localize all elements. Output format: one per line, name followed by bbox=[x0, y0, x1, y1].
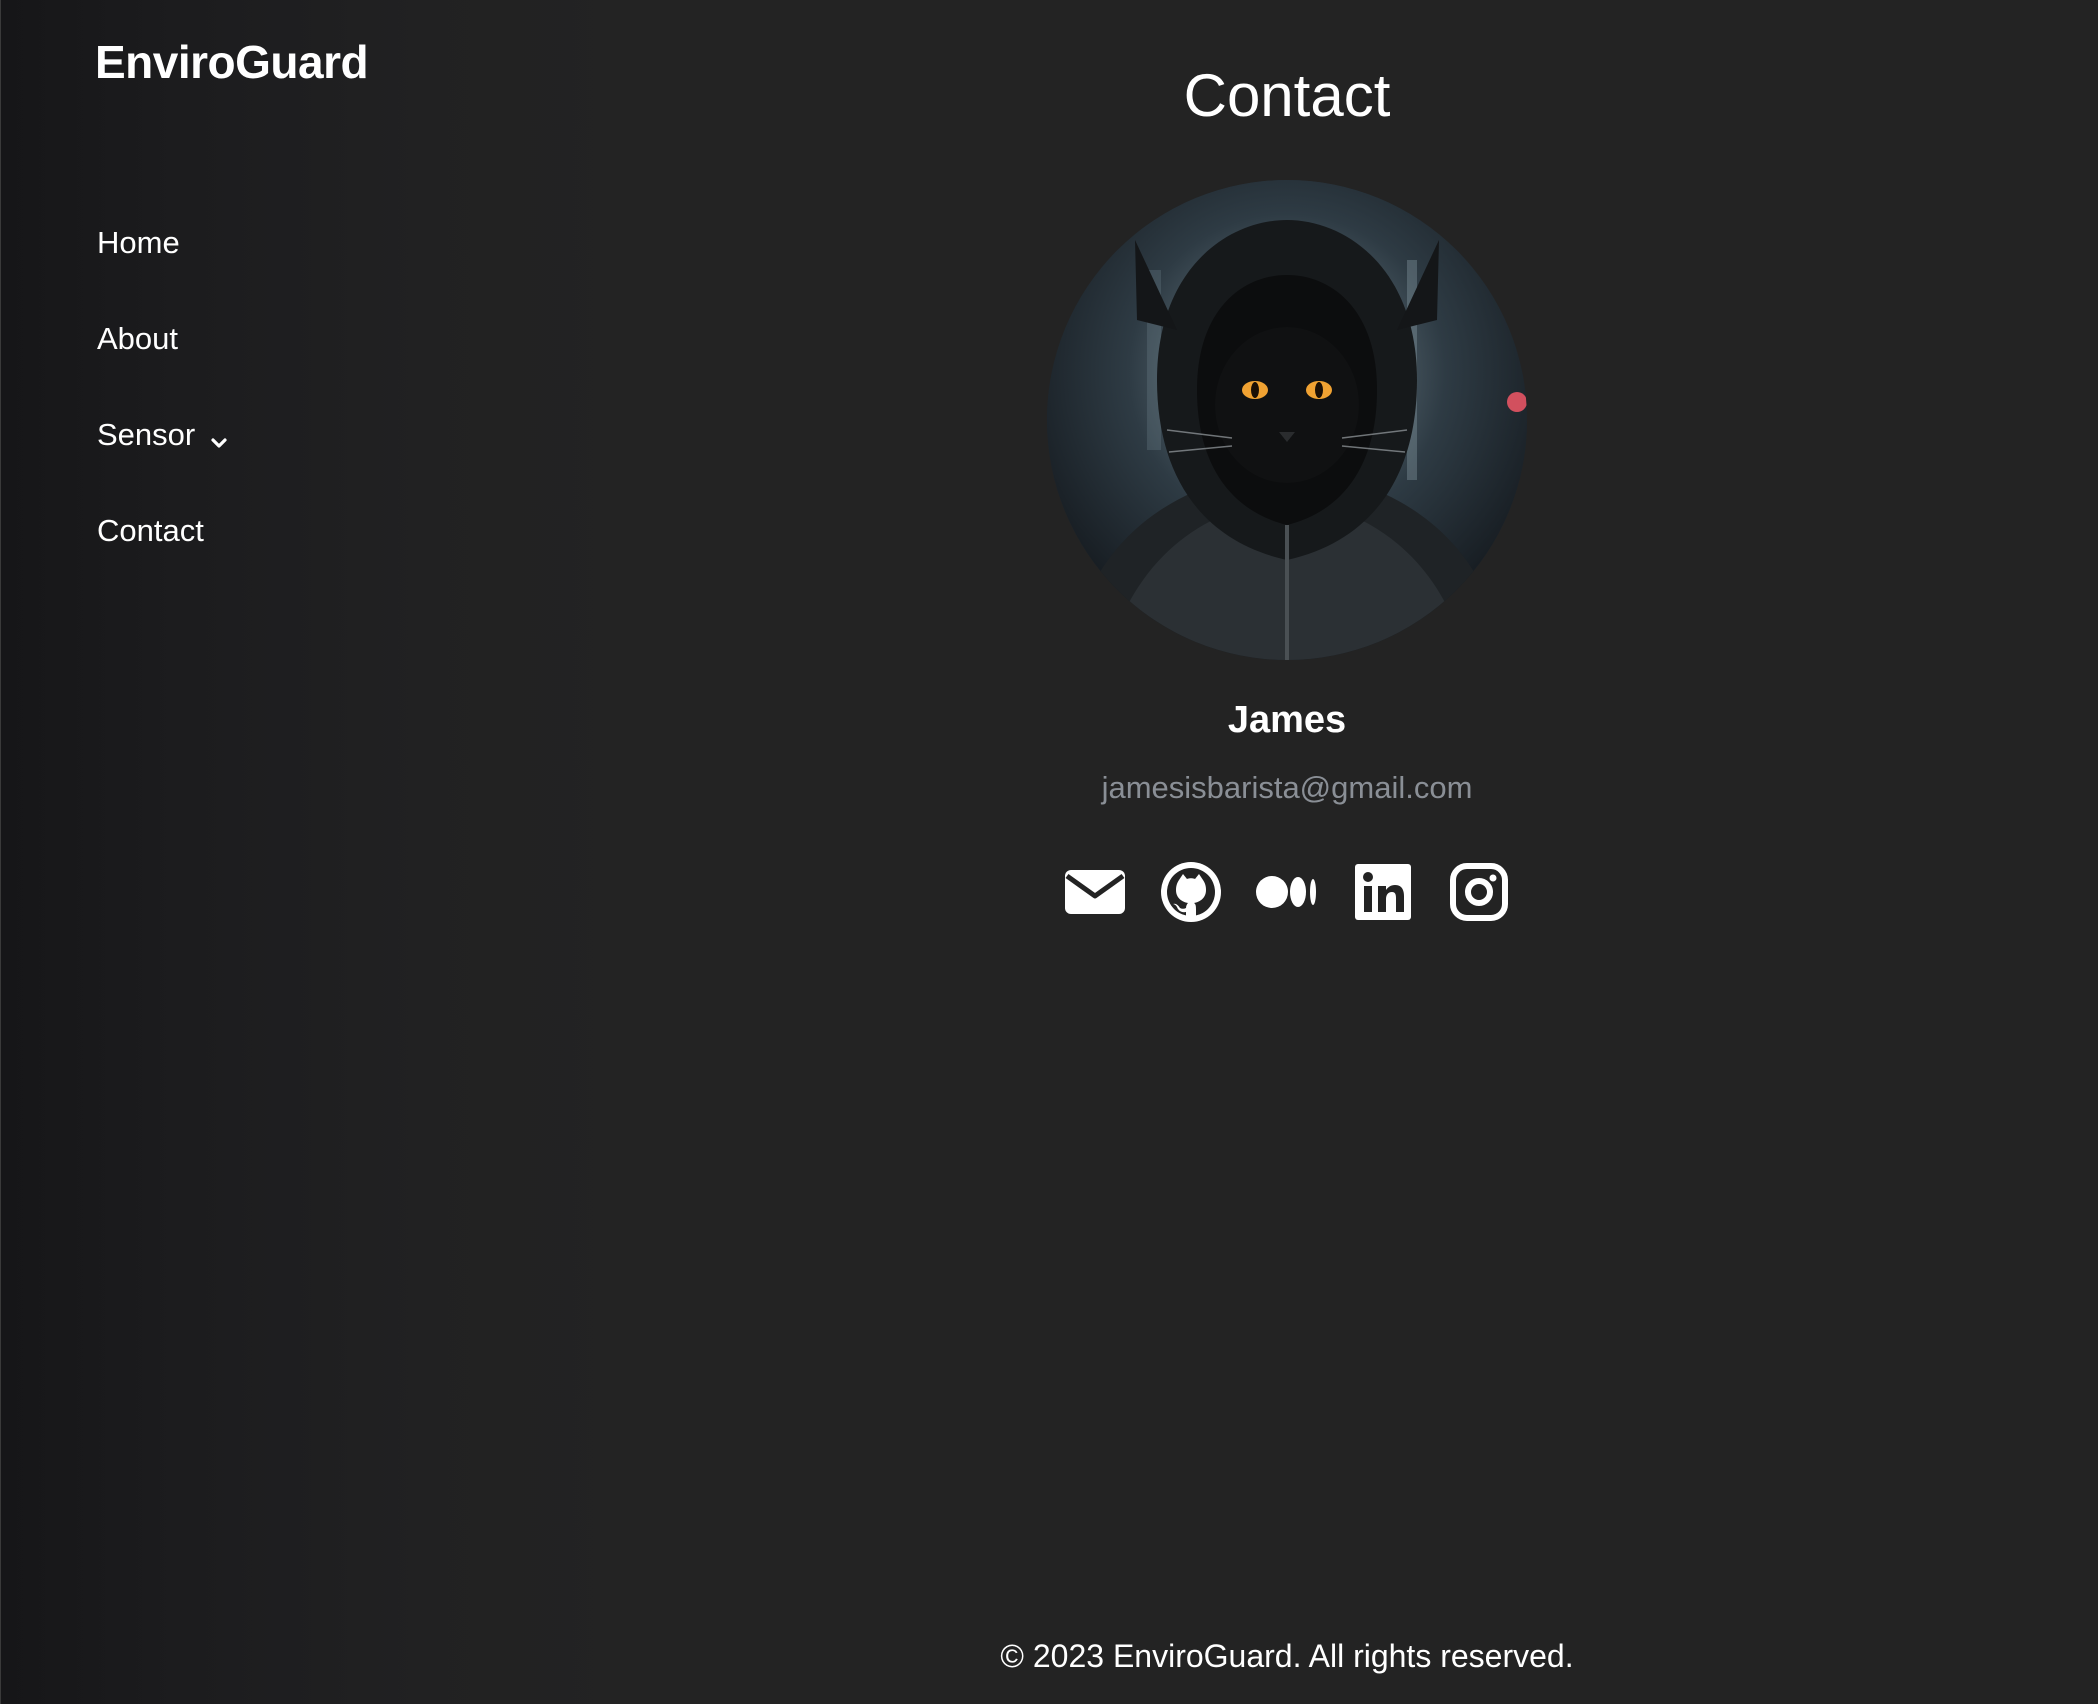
instagram-icon[interactable] bbox=[1447, 860, 1511, 924]
avatar bbox=[1047, 180, 1527, 660]
sidebar-item-about[interactable]: About bbox=[97, 314, 497, 364]
page: EnviroGuard Home About Sensor Contact Co… bbox=[0, 0, 2098, 1704]
social-links bbox=[1047, 860, 1527, 924]
linkedin-icon[interactable] bbox=[1351, 860, 1415, 924]
chevron-down-icon bbox=[209, 425, 229, 448]
sidebar-nav: Home About Sensor Contact bbox=[97, 218, 497, 602]
sidebar-item-sensor[interactable]: Sensor bbox=[97, 410, 497, 460]
sidebar-item-label: Home bbox=[97, 225, 180, 260]
sidebar-item-label: Contact bbox=[97, 513, 204, 548]
page-title: Contact bbox=[1183, 62, 1391, 129]
sidebar-item-label: Sensor bbox=[97, 417, 196, 452]
sidebar-item-home[interactable]: Home bbox=[97, 218, 497, 268]
footer-copyright: © 2023 EnviroGuard. All rights reserved. bbox=[1000, 1638, 1574, 1674]
github-icon[interactable] bbox=[1159, 860, 1223, 924]
envelope-icon[interactable] bbox=[1063, 860, 1127, 924]
sidebar-item-label: About bbox=[97, 321, 179, 356]
medium-icon[interactable] bbox=[1255, 860, 1319, 924]
profile-name: James bbox=[1227, 699, 1347, 741]
profile-email[interactable]: jamesisbarista@gmail.com bbox=[1047, 768, 1527, 808]
sidebar-item-contact[interactable]: Contact bbox=[97, 506, 497, 556]
